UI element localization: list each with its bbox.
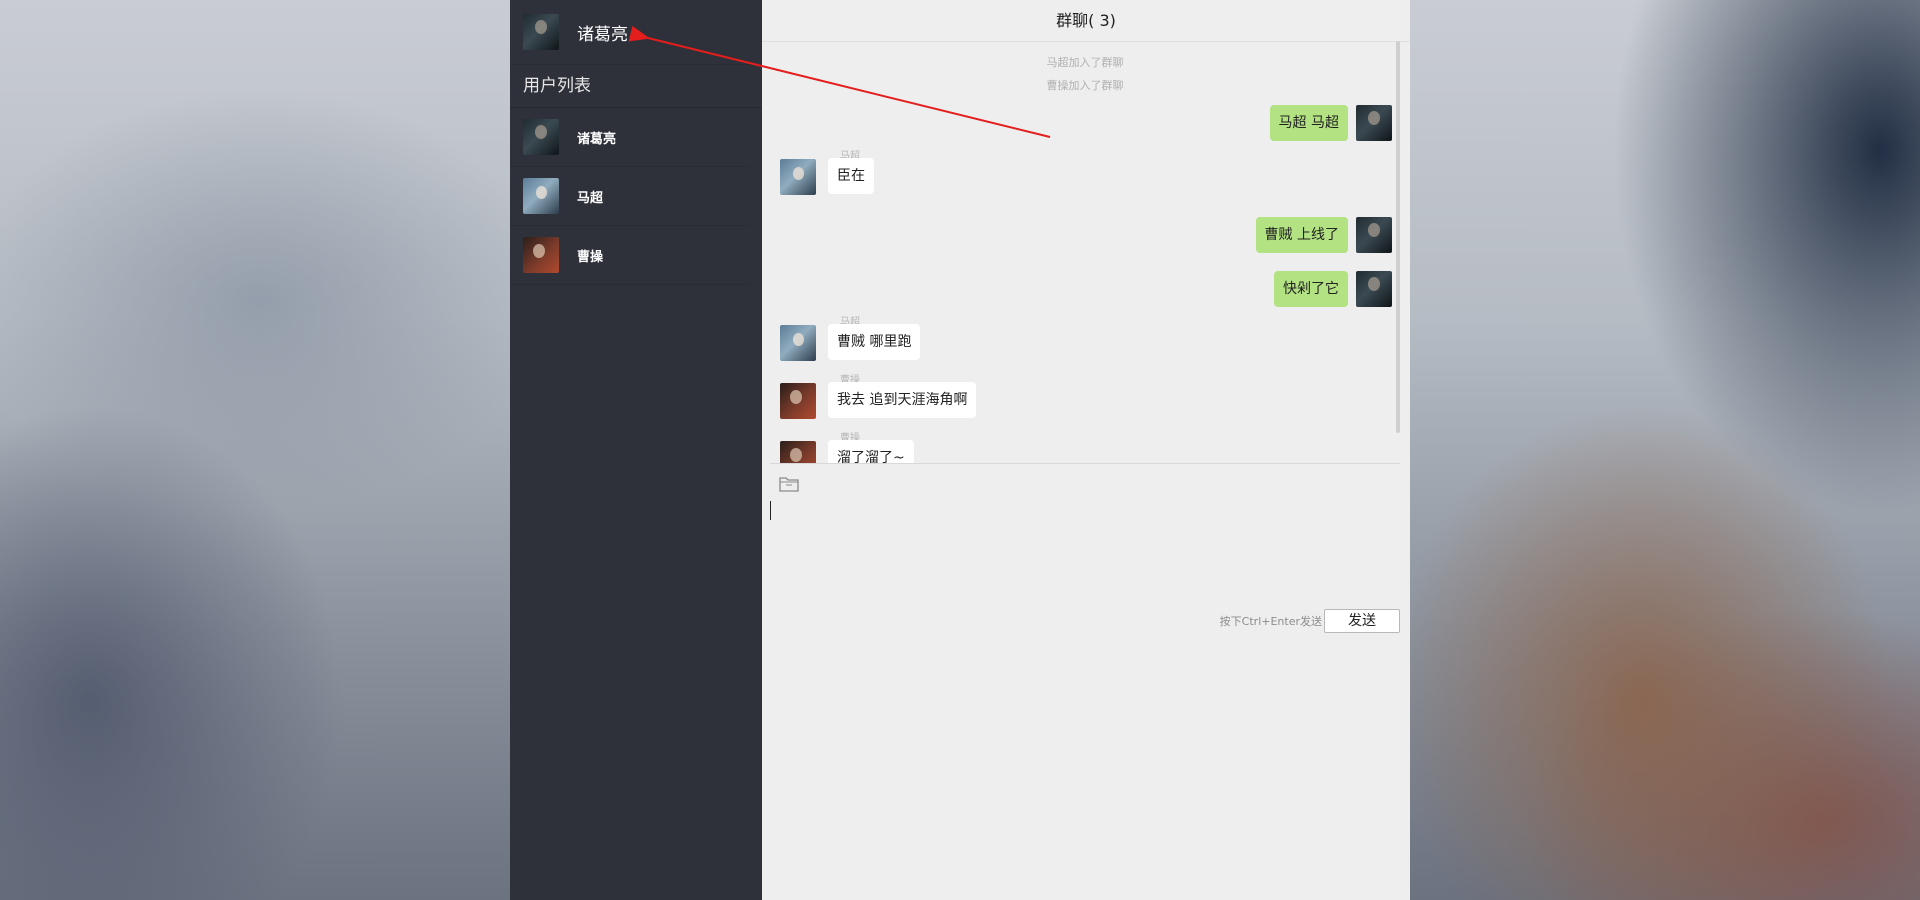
cao-cao-avatar: [523, 237, 559, 273]
chat-title: 群聊( 3): [762, 0, 1410, 42]
message-bubble: 臣在: [828, 158, 874, 194]
message-bubble: 曹贼 哪里跑: [828, 324, 921, 360]
zhuge-liang-avatar: [523, 119, 559, 155]
current-user-name: 诸葛亮: [577, 24, 628, 45]
user-list-item-zhuge-liang[interactable]: 诸葛亮: [510, 108, 750, 167]
user-list-title: 用户列表: [510, 65, 762, 108]
system-message: 马超加入了群聊: [1046, 56, 1124, 69]
chat-panel: 群聊( 3) 马超加入了群聊 曹操加入了群聊 马超 马超 马超 臣在 曹贼 上线…: [762, 0, 1410, 900]
zhuge-liang-avatar: [523, 14, 559, 50]
text-cursor: [770, 501, 771, 520]
send-hint: 按下Ctrl+Enter发送: [1219, 615, 1322, 628]
send-bar: 按下Ctrl+Enter发送 发送: [1220, 609, 1400, 633]
cao-cao-avatar: [780, 441, 816, 463]
zhuge-liang-avatar: [1356, 105, 1392, 141]
user-name: 诸葛亮: [577, 131, 617, 147]
user-list-item-ma-chao[interactable]: 马超: [510, 167, 750, 226]
system-message: 曹操加入了群聊: [1046, 79, 1124, 92]
message-bubble: 快剁了它: [1274, 271, 1348, 307]
cao-cao-avatar: [780, 383, 816, 419]
current-user: 诸葛亮: [510, 0, 762, 65]
message-list-scrollbar[interactable]: [1396, 41, 1400, 433]
user-name: 马超: [577, 190, 604, 206]
message-bubble: 马超 马超: [1269, 105, 1348, 141]
zhuge-liang-avatar: [1356, 217, 1392, 253]
user-name: 曹操: [577, 249, 604, 265]
ma-chao-avatar: [523, 178, 559, 214]
message-input[interactable]: [770, 497, 1400, 597]
ma-chao-avatar: [780, 159, 816, 195]
sidebar: 诸葛亮 用户列表 诸葛亮 马超 曹操: [510, 0, 762, 900]
user-list: 诸葛亮 马超 曹操: [510, 108, 762, 285]
message-list[interactable]: 马超加入了群聊 曹操加入了群聊 马超 马超 马超 臣在 曹贼 上线了 快剁了它 …: [770, 41, 1400, 464]
send-button[interactable]: 发送: [1324, 609, 1400, 633]
user-list-item-cao-cao[interactable]: 曹操: [510, 226, 750, 285]
message-bubble: 我去 追到天涯海角啊: [828, 382, 977, 418]
chat-app: 诸葛亮 用户列表 诸葛亮 马超 曹操 群聊( 3) 马超加入了群聊 曹操加入了群…: [510, 0, 1410, 900]
ma-chao-avatar: [780, 325, 816, 361]
message-bubble: 溜了溜了~: [828, 440, 914, 463]
folder-icon[interactable]: [778, 473, 800, 495]
zhuge-liang-avatar: [1356, 271, 1392, 307]
message-bubble: 曹贼 上线了: [1255, 217, 1348, 253]
